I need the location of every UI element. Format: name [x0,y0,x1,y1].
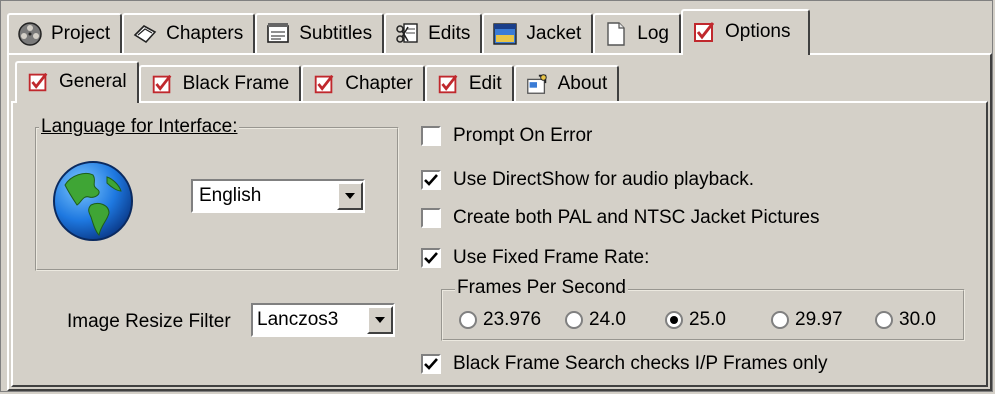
tab-label: Chapter [345,73,413,94]
subtitles-icon [265,21,291,47]
tab-options[interactable]: Options [681,9,811,55]
checkbox-checked[interactable] [421,248,441,268]
radio-button[interactable] [875,311,893,329]
tab-chapter[interactable]: Chapter [301,65,425,101]
tab-log[interactable]: Log [593,13,681,53]
radio-label: 24.0 [589,309,626,330]
radio-button[interactable] [565,311,583,329]
tab-general[interactable]: General [15,61,139,103]
checkmark-icon [424,174,438,186]
resize-filter-select[interactable]: Lanczos3 [251,303,395,337]
about-icon [524,71,550,97]
checkbox-checked[interactable] [421,354,441,374]
option-label: Black Frame Search checks I/P Frames onl… [453,353,828,374]
fps-radio-25[interactable]: 25.0 [665,309,726,331]
radio-label: 25.0 [689,309,726,330]
tab-black-frame[interactable]: Black Frame [138,65,302,101]
fps-group: Frames Per Second 23.976 24.0 25.0 29.97… [441,278,965,341]
language-group-label: Language for Interface: [39,116,240,137]
tab-label: Options [725,21,791,42]
radio-label: 30.0 [899,309,936,330]
radio-button-selected[interactable] [665,311,683,329]
option-label: Create both PAL and NTSC Jacket Pictures [453,207,820,228]
tab-label: General [59,71,127,92]
top-tab-row: Project Chapters Subtitles Edits Jacket [7,9,811,55]
film-reel-icon [17,21,43,47]
tab-edit[interactable]: Edit [424,65,514,101]
chevron-down-icon[interactable] [367,306,393,334]
checkbox[interactable] [421,208,441,228]
fps-radio-24[interactable]: 24.0 [565,309,626,331]
option-label: Use Fixed Frame Rate: [453,247,650,268]
option-label: Use DirectShow for audio playback. [453,169,754,190]
fps-radio-2997[interactable]: 29.97 [771,309,843,331]
checkmark-icon [424,252,438,264]
option-fixed-frame-rate[interactable]: Use Fixed Frame Rate: [421,247,649,269]
resize-filter-value: Lanczos3 [257,309,339,330]
tab-chapters[interactable]: Chapters [122,13,256,53]
sub-tab-row: General Black Frame Chapter Edit About [15,61,620,103]
tab-jacket[interactable]: Jacket [482,13,594,53]
tab-label: Project [51,23,111,44]
option-label: Prompt On Error [453,125,593,146]
globe-icon [51,159,135,249]
fps-radio-30[interactable]: 30.0 [875,309,936,331]
tab-label: About [557,73,608,94]
radio-button[interactable] [771,311,789,329]
language-select[interactable]: English [191,179,365,213]
resize-filter-label: Image Resize Filter [67,311,231,332]
tab-label: Edits [428,23,471,44]
edits-icon [394,21,420,47]
checked-box-icon [25,69,51,95]
radio-dot-icon [670,316,678,324]
checkmark-icon [424,358,438,370]
tab-edits[interactable]: Edits [384,13,483,53]
fps-group-label: Frames Per Second [455,277,628,298]
checkbox[interactable] [421,126,441,146]
language-select-value: English [199,185,262,206]
language-group: Language for Interface: English [35,117,399,271]
document-icon [603,21,629,47]
tab-label: Black Frame [182,73,290,94]
tab-label: Edit [468,73,502,94]
fps-radio-23976[interactable]: 23.976 [459,309,541,331]
tab-about[interactable]: About [513,65,620,101]
tab-label: Jacket [526,23,582,44]
checked-box-icon [691,19,717,45]
tab-label: Chapters [166,23,244,44]
tab-label: Subtitles [299,23,373,44]
chapters-icon [132,21,158,47]
radio-button[interactable] [459,311,477,329]
option-prompt-on-error[interactable]: Prompt On Error [421,125,592,147]
tab-project[interactable]: Project [7,13,123,53]
option-pal-ntsc-jacket[interactable]: Create both PAL and NTSC Jacket Pictures [421,207,819,229]
tab-subtitles[interactable]: Subtitles [255,13,385,53]
radio-label: 29.97 [795,309,843,330]
checked-box-icon [149,71,175,97]
checked-box-icon [435,71,461,97]
chevron-down-icon[interactable] [337,182,363,210]
options-window: Project Chapters Subtitles Edits Jacket [0,0,993,392]
checkbox-checked[interactable] [421,170,441,190]
radio-label: 23.976 [483,309,542,330]
option-directshow-audio[interactable]: Use DirectShow for audio playback. [421,169,754,191]
option-black-frame-ip-only[interactable]: Black Frame Search checks I/P Frames onl… [421,353,828,375]
tab-label: Log [637,23,669,44]
jacket-icon [492,21,518,47]
checked-box-icon [311,71,337,97]
